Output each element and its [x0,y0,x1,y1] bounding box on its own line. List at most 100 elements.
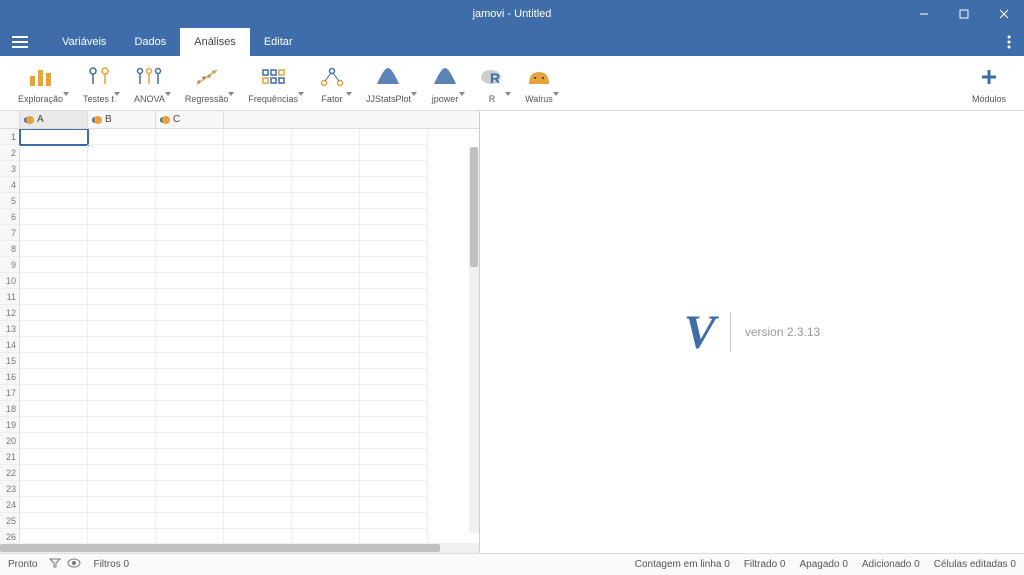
cell[interactable] [20,449,88,465]
cell[interactable] [88,241,156,257]
cell[interactable] [360,513,428,529]
cell[interactable] [360,385,428,401]
cell[interactable] [360,193,428,209]
cell[interactable] [360,433,428,449]
anova-button[interactable]: ANOVA [124,56,175,110]
tab-análises[interactable]: Análises [180,28,250,56]
cell[interactable] [88,385,156,401]
row-header[interactable]: 2 [0,145,20,161]
vertical-scroll-thumb[interactable] [470,147,478,267]
close-button[interactable] [984,0,1024,28]
cell[interactable] [88,209,156,225]
cell[interactable] [156,161,224,177]
row-header[interactable]: 3 [0,161,20,177]
cell[interactable] [88,177,156,193]
cell[interactable] [360,257,428,273]
cell[interactable] [156,513,224,529]
cell[interactable] [156,193,224,209]
cell[interactable] [20,177,88,193]
cell[interactable] [224,353,292,369]
cell[interactable] [360,161,428,177]
cell[interactable] [292,289,360,305]
cell[interactable] [360,401,428,417]
cell[interactable] [20,193,88,209]
row-header[interactable]: 26 [0,529,20,543]
cell[interactable] [88,353,156,369]
cell[interactable] [360,145,428,161]
cell[interactable] [88,401,156,417]
cell[interactable] [360,225,428,241]
cell[interactable] [224,193,292,209]
cell[interactable] [156,529,224,543]
cell[interactable] [224,225,292,241]
cell[interactable] [292,481,360,497]
horizontal-scroll-thumb[interactable] [0,544,440,552]
cell[interactable] [292,529,360,543]
cell[interactable] [224,145,292,161]
row-header[interactable]: 21 [0,449,20,465]
cell[interactable] [20,497,88,513]
cell[interactable] [88,433,156,449]
cell[interactable] [20,129,88,145]
walrus-button[interactable]: Walrus [515,56,563,110]
tab-variáveis[interactable]: Variáveis [48,28,120,56]
cell[interactable] [292,465,360,481]
cell[interactable] [88,193,156,209]
row-header[interactable]: 1 [0,129,20,145]
cell[interactable] [156,177,224,193]
cell[interactable] [156,337,224,353]
cell[interactable] [360,321,428,337]
regressao-button[interactable]: Regressão [175,56,239,110]
cell[interactable] [292,433,360,449]
cell[interactable] [292,257,360,273]
cell[interactable] [224,369,292,385]
cell[interactable] [224,465,292,481]
cell[interactable] [156,449,224,465]
tab-dados[interactable]: Dados [120,28,180,56]
cell[interactable] [292,337,360,353]
row-header[interactable]: 15 [0,353,20,369]
frequencias-button[interactable]: Frequências [238,56,308,110]
cell[interactable] [156,241,224,257]
cell[interactable] [224,529,292,543]
cell[interactable] [360,449,428,465]
cell[interactable] [224,401,292,417]
cell[interactable] [20,353,88,369]
cell[interactable] [20,513,88,529]
cell[interactable] [20,289,88,305]
cell[interactable] [360,177,428,193]
cell[interactable] [360,481,428,497]
cell[interactable] [88,337,156,353]
cell[interactable] [292,513,360,529]
row-header[interactable]: 19 [0,417,20,433]
cell[interactable] [292,353,360,369]
cell[interactable] [20,401,88,417]
cell[interactable] [156,353,224,369]
cell[interactable] [292,497,360,513]
cell[interactable] [156,417,224,433]
eye-icon[interactable] [67,558,81,571]
cell[interactable] [224,241,292,257]
row-header[interactable]: 4 [0,177,20,193]
cell[interactable] [224,481,292,497]
row-header[interactable]: 18 [0,401,20,417]
cell[interactable] [88,225,156,241]
cell[interactable] [224,417,292,433]
cell[interactable] [360,129,428,145]
cell[interactable] [224,433,292,449]
cell[interactable] [224,321,292,337]
cell[interactable] [292,177,360,193]
cell[interactable] [224,257,292,273]
cell[interactable] [20,433,88,449]
cell[interactable] [224,129,292,145]
cell[interactable] [20,209,88,225]
cell[interactable] [88,321,156,337]
cell[interactable] [224,289,292,305]
cell[interactable] [20,465,88,481]
fator-button[interactable]: Fator [308,56,356,110]
cell[interactable] [224,305,292,321]
cell[interactable] [88,273,156,289]
cell[interactable] [156,497,224,513]
cell[interactable] [156,433,224,449]
horizontal-scrollbar[interactable] [0,543,479,553]
